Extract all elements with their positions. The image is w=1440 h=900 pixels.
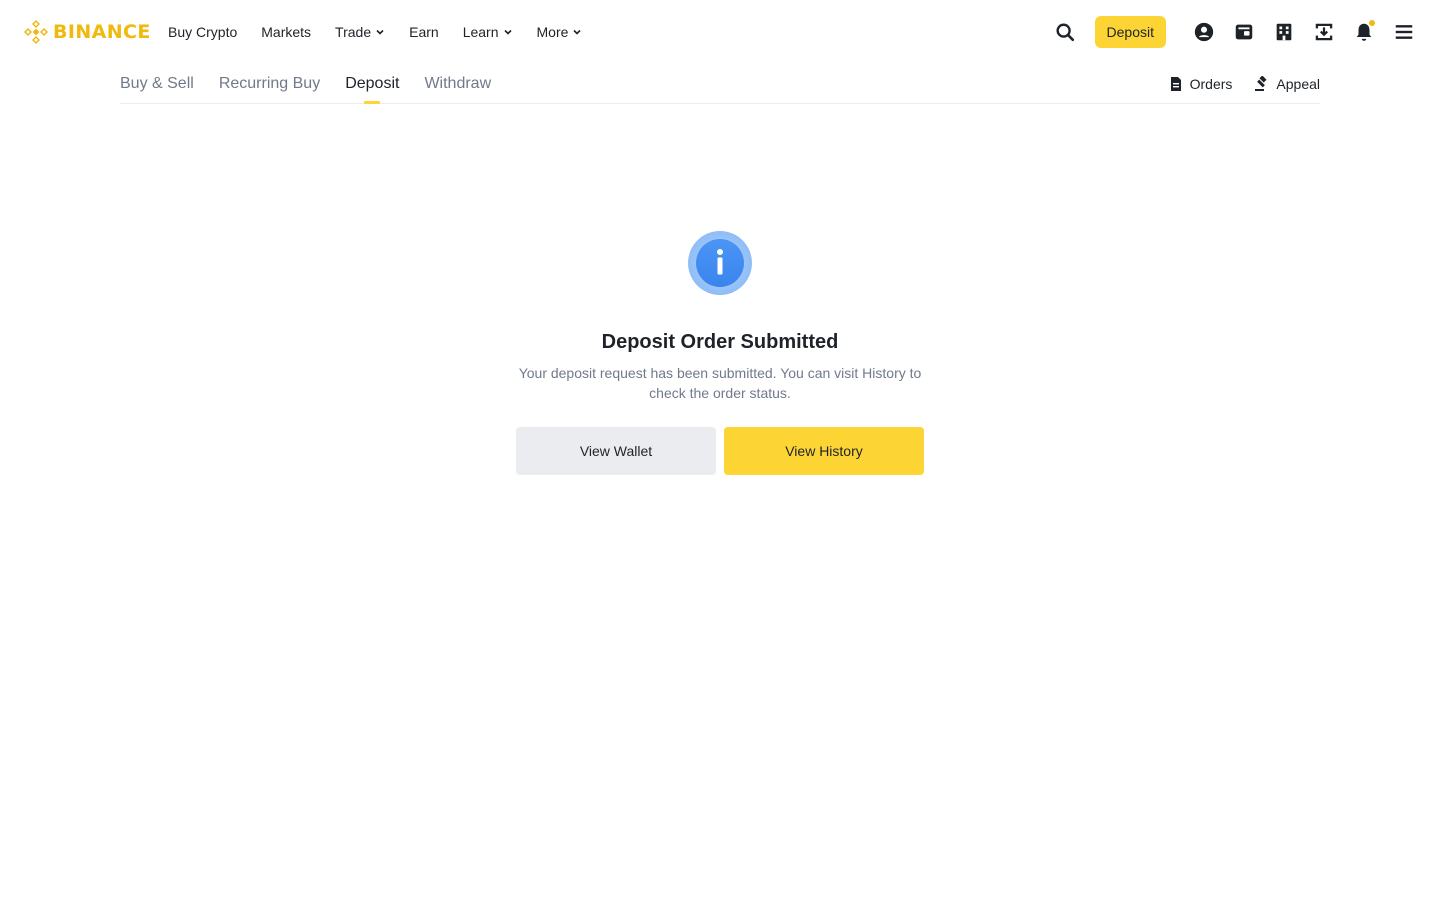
nav-label: Learn xyxy=(462,24,499,40)
nav-learn[interactable]: Learn xyxy=(463,0,513,64)
chevron-down-icon xyxy=(503,29,512,35)
view-history-button[interactable]: View History xyxy=(724,427,924,475)
nav-label: Trade xyxy=(335,24,372,40)
result-title: Deposit Order Submitted xyxy=(601,331,839,353)
tab-deposit[interactable]: Deposit xyxy=(345,64,399,104)
info-icon xyxy=(688,231,752,295)
header-deposit-button[interactable]: Deposit xyxy=(1094,16,1166,48)
header-actions: Deposit xyxy=(1037,16,1416,48)
subnav: Buy & Sell Recurring Buy Deposit Withdra… xyxy=(120,64,1320,104)
nav-more[interactable]: More xyxy=(537,0,583,64)
orders-icon[interactable] xyxy=(1272,20,1296,44)
deposit-result: Deposit Order Submitted Your deposit req… xyxy=(516,230,924,475)
tab-recurring-buy[interactable]: Recurring Buy xyxy=(219,64,320,104)
tab-withdraw[interactable]: Withdraw xyxy=(424,64,491,104)
notification-icon[interactable] xyxy=(1352,20,1376,44)
main-nav: Buy Crypto Markets Trade Earn Learn More xyxy=(168,0,606,64)
view-wallet-button[interactable]: View Wallet xyxy=(516,427,716,475)
gavel-icon xyxy=(1255,76,1267,91)
binance-logo[interactable]: BINANCE xyxy=(24,19,151,45)
appeal-link[interactable]: Appeal xyxy=(1254,76,1320,92)
tab-buy-sell[interactable]: Buy & Sell xyxy=(120,64,194,104)
document-icon xyxy=(1170,77,1181,91)
nav-markets[interactable]: Markets xyxy=(261,0,311,64)
nav-buy-crypto[interactable]: Buy Crypto xyxy=(168,0,237,64)
chevron-down-icon xyxy=(376,29,384,35)
chevron-down-icon xyxy=(573,29,581,35)
search-icon[interactable] xyxy=(1053,20,1077,44)
result-actions: View Wallet View History xyxy=(516,427,924,475)
subnav-links: Orders Appeal xyxy=(1146,64,1320,104)
subnav-tabs: Buy & Sell Recurring Buy Deposit Withdra… xyxy=(120,64,516,104)
appeal-label: Appeal xyxy=(1276,76,1320,92)
download-icon[interactable] xyxy=(1312,20,1336,44)
account-icon[interactable] xyxy=(1192,20,1216,44)
nav-earn[interactable]: Earn xyxy=(409,0,439,64)
orders-link[interactable]: Orders xyxy=(1168,76,1233,92)
binance-logo-icon xyxy=(24,20,48,44)
logo-text: BINANCE xyxy=(53,21,151,43)
nav-label: Buy Crypto xyxy=(168,24,238,40)
top-header: BINANCE Buy Crypto Markets Trade Earn Le… xyxy=(0,0,1440,64)
nav-label: More xyxy=(536,24,569,40)
result-description: Your deposit request has been submitted.… xyxy=(518,365,922,401)
nav-label: Markets xyxy=(261,24,312,40)
wallet-icon[interactable] xyxy=(1232,20,1256,44)
notification-badge xyxy=(1369,20,1375,26)
menu-icon[interactable] xyxy=(1392,20,1416,44)
orders-label: Orders xyxy=(1189,76,1233,92)
nav-trade[interactable]: Trade xyxy=(335,0,385,64)
nav-label: Earn xyxy=(409,24,439,40)
